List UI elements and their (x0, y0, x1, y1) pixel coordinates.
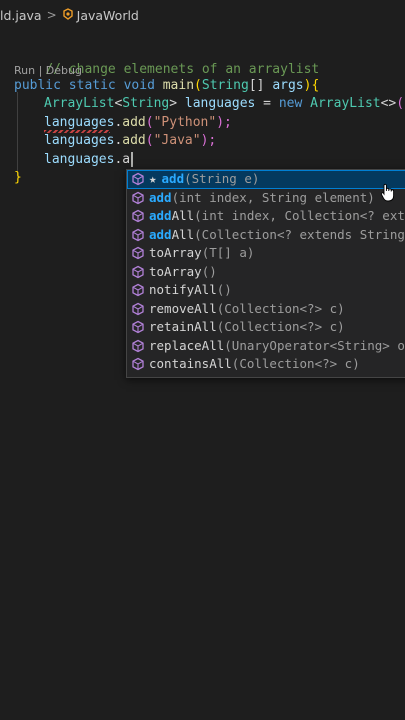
suggestion-signature: (Collection<?> c) (216, 300, 345, 316)
suggestion-item[interactable]: add (int index, String element) (127, 189, 405, 208)
suggestion-signature: (Collection<?> c) (231, 356, 360, 371)
method-cube-icon (131, 320, 145, 334)
method-cube-icon (131, 339, 145, 353)
suggestion-name: toArray (149, 263, 202, 279)
method-cube-icon (131, 209, 145, 223)
partial-text: a (122, 152, 131, 167)
text-cursor (131, 152, 134, 167)
array-brackets: [] (248, 78, 265, 93)
suggestion-signature: (UnaryOperator<String> op (224, 337, 405, 353)
var-languages: languages (44, 152, 115, 167)
suggestion-signature: (Collection<? extends String> (194, 226, 405, 242)
kw-void: void (123, 78, 155, 93)
suggestion-item[interactable]: add All (Collection<? extends String> (127, 226, 405, 245)
diamond: <> (380, 96, 397, 111)
breadcrumb-file[interactable]: ld.java (0, 8, 42, 23)
star-icon: ★ (149, 171, 157, 186)
indent-guide (17, 92, 18, 178)
code-line-add-java[interactable]: languages.add("Java"); (44, 132, 216, 150)
suggestion-name: All (171, 226, 195, 242)
paren-open: ( (194, 78, 202, 93)
breadcrumb: ld.java > JavaWorld (0, 5, 139, 25)
codelens: Run | Debug (14, 64, 82, 77)
var-languages: languages (184, 96, 256, 111)
suggestion-name: toArray (149, 245, 202, 260)
method-cube-icon (131, 246, 145, 260)
method-cube-icon (131, 357, 145, 371)
assign: = (255, 96, 279, 111)
breadcrumb-class[interactable]: JavaWorld (77, 8, 139, 23)
suggestion-match: add (149, 226, 172, 242)
generic-string: String (122, 96, 170, 111)
method-cube-icon (131, 228, 145, 242)
suggestion-name: All (171, 208, 195, 223)
brace-open: { (311, 78, 320, 93)
method-cube-icon (131, 191, 145, 205)
paren-open: ( (145, 133, 154, 148)
class-icon (62, 7, 74, 23)
suggestion-item[interactable]: toArray() (127, 263, 405, 282)
method-cube-icon (131, 172, 145, 186)
suggestion-item[interactable]: removeAll (Collection<?> c) (127, 300, 405, 319)
comment-text: // change elemenets of an arraylist (45, 62, 320, 77)
fn-add: add (122, 133, 146, 148)
paren-open: ( (145, 115, 154, 130)
ctor-arraylist: ArrayList (310, 96, 381, 111)
suggestion-signature: (int index, Collection<? exte (194, 208, 405, 223)
ctor-parens: () (396, 96, 405, 111)
suggestion-match: add (149, 208, 172, 223)
suggestion-name: notifyAll (149, 282, 217, 297)
suggestion-signature: (String e) (184, 171, 260, 186)
var-languages: languages (44, 133, 115, 148)
suggestion-signature: (Collection<?> c) (216, 319, 345, 334)
kw-public: public (14, 78, 61, 93)
code-line-typing[interactable]: languages.a (44, 151, 134, 169)
suggestion-name: removeAll (149, 300, 217, 316)
breadcrumb-chevron-icon: > (46, 8, 57, 22)
suggestion-signature: () (216, 282, 232, 297)
suggest-widget[interactable]: ★ add (String e) add (int index, String elem… (126, 169, 405, 378)
suggestion-item[interactable]: add All (int index, Collection<? exte (127, 207, 405, 226)
suggestion-item[interactable]: toArray (T[] a) (127, 244, 405, 263)
paren-close: ); (200, 133, 217, 148)
mouse-pointer-icon (380, 183, 396, 203)
suggestion-item[interactable]: replaceAll (UnaryOperator<String> op (127, 337, 405, 356)
var-languages: languages (44, 115, 115, 130)
code-line-decl[interactable]: ArrayList<String> languages = new ArrayL… (44, 95, 405, 113)
suggestion-match: add (149, 189, 172, 205)
suggestion-signature: (int index, String element) (171, 189, 375, 205)
suggestion-item[interactable]: containsAll (Collection<?> c) (127, 355, 405, 374)
suggestion-signature: (T[] a) (201, 245, 255, 260)
error-squiggle (44, 130, 110, 133)
suggestion-name: replaceAll (149, 337, 225, 353)
brace-close: } (14, 170, 22, 185)
fn-add: add (122, 115, 146, 130)
str-java: "Java" (153, 133, 201, 148)
suggestion-item[interactable]: notifyAll() (127, 281, 405, 300)
method-cube-icon (131, 265, 145, 279)
generic-gt: > (169, 96, 178, 111)
param-args: args (272, 78, 304, 93)
kw-static: static (68, 78, 116, 93)
suggestion-name: retainAll (149, 319, 217, 334)
method-cube-icon (131, 302, 145, 316)
type-arraylist: ArrayList (44, 96, 115, 111)
code-line-comment[interactable]: // change elemenets of an arraylist (14, 43, 319, 77)
suggestion-match: add (161, 171, 185, 186)
suggestion-signature: () (201, 263, 217, 279)
codelens-separator: | (35, 64, 46, 77)
type-string: String (201, 78, 249, 93)
suggestion-item[interactable]: ★ add (String e) (127, 170, 405, 189)
suggestion-item[interactable]: retainAll (Collection<?> c) (127, 318, 405, 337)
code-line-main[interactable]: public static void main(String[] args){ (14, 77, 319, 95)
codelens-debug[interactable]: Debug (46, 64, 82, 77)
str-python: "Python" (153, 115, 217, 130)
fn-main: main (162, 78, 195, 93)
code-line-close[interactable]: } (14, 169, 22, 187)
suggestion-name: containsAll (149, 356, 232, 371)
kw-new: new (278, 96, 303, 111)
codelens-run[interactable]: Run (14, 64, 35, 77)
paren-close: ); (216, 115, 232, 130)
method-cube-icon (131, 283, 145, 297)
